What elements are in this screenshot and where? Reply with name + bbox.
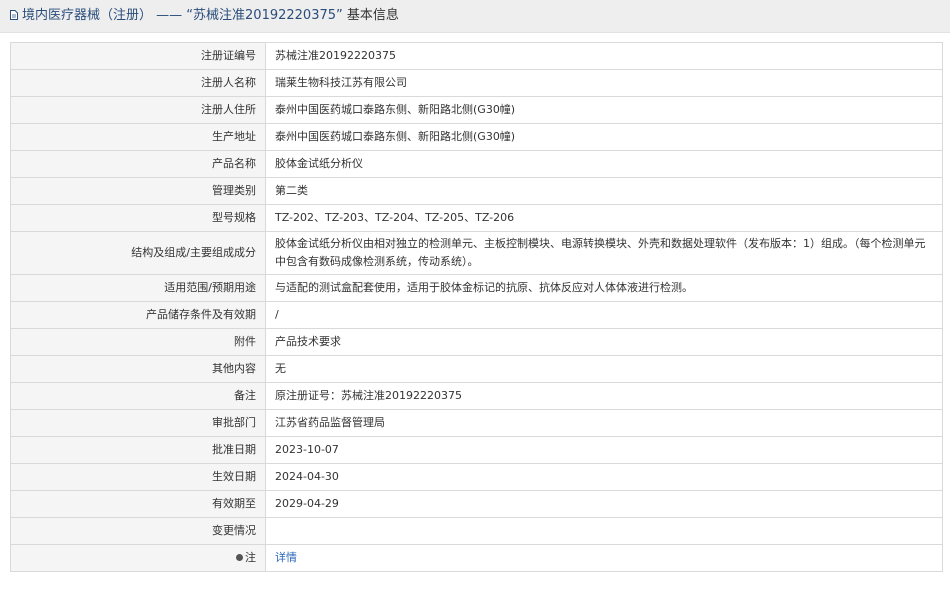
field-label: 备注 [10,382,266,410]
table-row: 审批部门 江苏省药品监督管理局 [10,409,943,437]
table-row: 其他内容无 [10,355,943,383]
page-header: 境内医疗器械（注册） —— “苏械注准20192220375” 基本信息 [0,0,950,33]
field-value [265,517,943,545]
note-label: 注 [245,551,256,564]
table-row: 生效日期 2024-04-30 [10,463,943,491]
field-value: / [265,301,943,329]
field-value: TZ-202、TZ-203、TZ-204、TZ-205、TZ-206 [265,204,943,232]
table-row: 变更情况 [10,517,943,545]
field-label: 有效期至 [10,490,266,518]
field-label: 批准日期 [10,436,266,464]
field-value: 胶体金试纸分析仪 [265,150,943,178]
table-row: 适用范围/预期用途 与适配的测试盒配套使用，适用于胶体金标记的抗原、抗体反应对人体… [10,274,943,302]
field-value: 江苏省药品监督管理局 [265,409,943,437]
field-label: 生产地址 [10,123,266,151]
field-value: 2029-04-29 [265,490,943,518]
field-label: 注册证编号 [10,42,266,70]
table-row: 注册人住所 泰州中国医药城口泰路东侧、新阳路北侧(G30幢) [10,96,943,124]
field-value: 无 [265,355,943,383]
title-separator: —— [156,8,183,23]
field-value: 与适配的测试盒配套使用，适用于胶体金标记的抗原、抗体反应对人体体液进行检测。 [265,274,943,302]
note-row: 注 详情 [10,544,943,572]
field-value: 第二类 [265,177,943,205]
note-value-cell: 详情 [265,544,943,572]
field-label: 结构及组成/主要组成成分 [10,231,266,275]
note-label-cell: 注 [10,544,266,572]
table-row: 有效期至 2029-04-29 [10,490,943,518]
field-label: 注册人住所 [10,96,266,124]
field-label: 附件 [10,328,266,356]
table-row: 备注 原注册证号：苏械注准20192220375 [10,382,943,410]
table-row: 批准日期 2023-10-07 [10,436,943,464]
field-label: 注册人名称 [10,69,266,97]
category-link[interactable]: 境内医疗器械（注册） [22,8,152,23]
table-row: 结构及组成/主要组成成分 胶体金试纸分析仪由相对独立的检测单元、主板控制模块、电源… [10,231,943,275]
table-row: 产品名称 胶体金试纸分析仪 [10,150,943,178]
field-value: 原注册证号：苏械注准20192220375 [265,382,943,410]
page-title: 境内医疗器械（注册） —— “苏械注准20192220375” 基本信息 [22,8,399,24]
field-label: 型号规格 [10,204,266,232]
field-value: 2024-04-30 [265,463,943,491]
table-row: 管理类别 第二类 [10,177,943,205]
table-row: 型号规格 TZ-202、TZ-203、TZ-204、TZ-205、TZ-206 [10,204,943,232]
table-row: 生产地址 泰州中国医药城口泰路东侧、新阳路北侧(G30幢) [10,123,943,151]
field-label: 审批部门 [10,409,266,437]
field-value: 苏械注准20192220375 [265,42,943,70]
bullet-icon [236,554,243,561]
field-value: 瑞莱生物科技江苏有限公司 [265,69,943,97]
record-title: “苏械注准20192220375” [186,8,343,23]
field-value: 泰州中国医药城口泰路东侧、新阳路北侧(G30幢) [265,96,943,124]
details-link[interactable]: 详情 [275,551,297,564]
info-table: 注册证编号 苏械注准20192220375 注册人名称 瑞莱生物科技江苏有限公司 注册人… [10,42,943,572]
table-row: 附件 产品技术要求 [10,328,943,356]
field-value: 泰州中国医药城口泰路东侧、新阳路北侧(G30幢) [265,123,943,151]
field-label: 其他内容 [10,355,266,383]
title-suffix: 基本信息 [346,8,399,23]
field-label: 产品名称 [10,150,266,178]
field-value: 胶体金试纸分析仪由相对独立的检测单元、主板控制模块、电源转换模块、外壳和数据处理… [265,231,943,275]
field-label: 适用范围/预期用途 [10,274,266,302]
table-row: 产品储存条件及有效期 / [10,301,943,329]
document-icon [10,10,18,20]
table-row: 注册证编号 苏械注准20192220375 [10,42,943,70]
field-label: 变更情况 [10,517,266,545]
field-label: 产品储存条件及有效期 [10,301,266,329]
field-value: 产品技术要求 [265,328,943,356]
table-row: 注册人名称 瑞莱生物科技江苏有限公司 [10,69,943,97]
field-value: 2023-10-07 [265,436,943,464]
field-label: 管理类别 [10,177,266,205]
field-label: 生效日期 [10,463,266,491]
